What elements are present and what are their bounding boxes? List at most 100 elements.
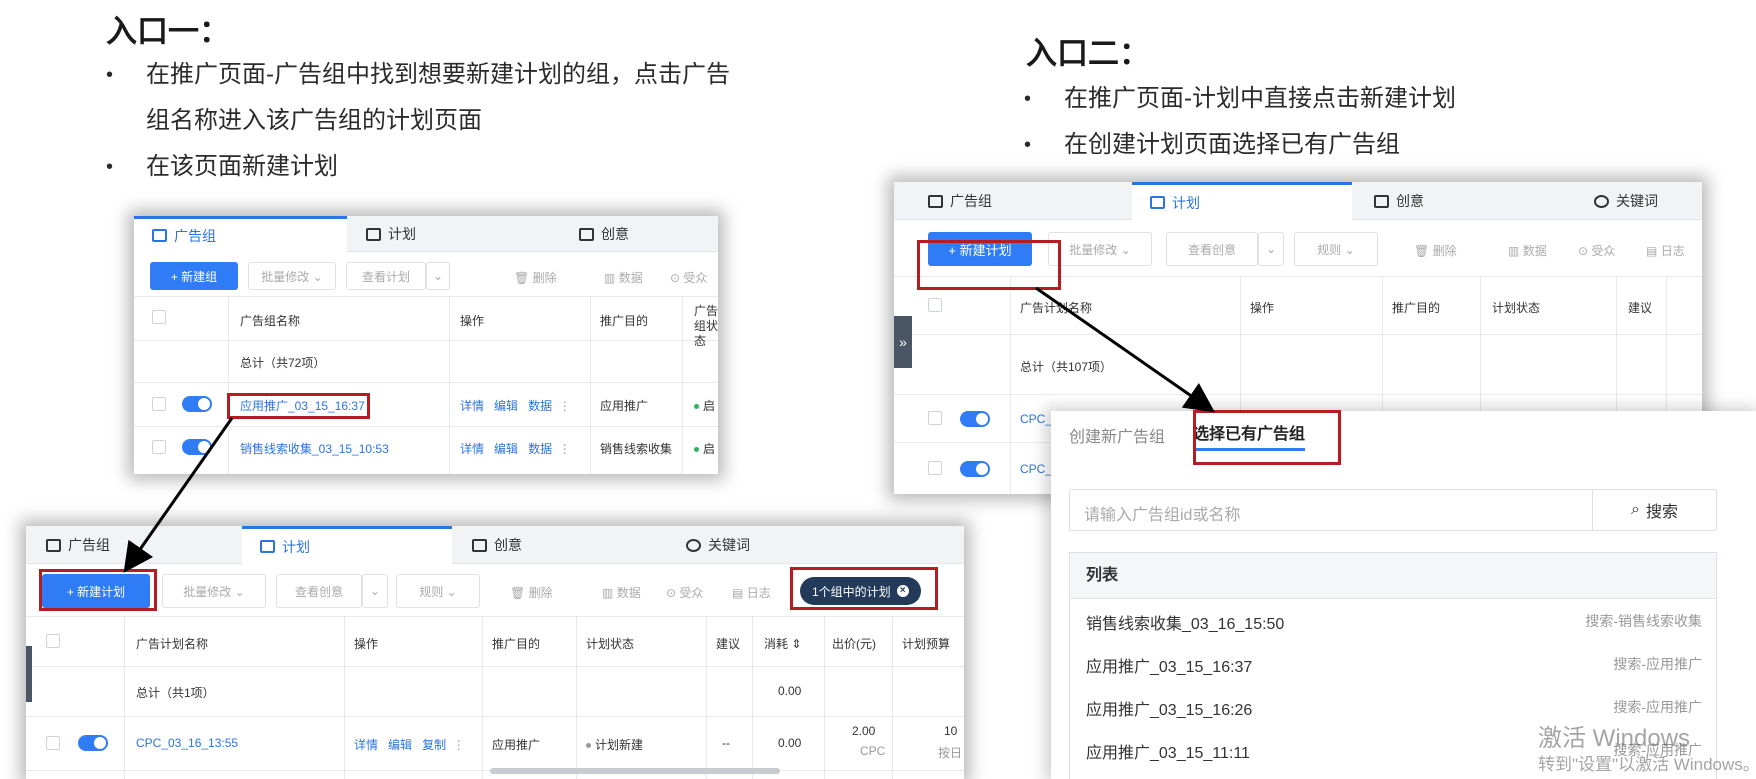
spend-column-header[interactable]: 消耗 ⇕ (764, 635, 801, 652)
row-checkbox[interactable] (46, 736, 60, 750)
image-icon (1374, 194, 1389, 208)
detail-link[interactable]: 详情 (460, 442, 484, 456)
log-link[interactable]: ▤ 日志 (1646, 242, 1685, 259)
target-icon (686, 538, 701, 552)
data-link[interactable]: ▥ 数据 (1508, 242, 1547, 259)
select-all-checkbox[interactable] (46, 634, 60, 648)
tab-adgroup[interactable]: 广告组 (928, 182, 992, 220)
list-item[interactable]: 销售线索收集_03_16_15:50 搜索-销售线索收集 (1070, 599, 1716, 642)
data-link[interactable]: ▥ 数据 (604, 269, 643, 286)
row-checkbox[interactable] (928, 461, 942, 475)
more-icon[interactable]: ⋮ (453, 738, 465, 752)
select-all-checkbox[interactable] (152, 310, 166, 324)
log-link[interactable]: ▤ 日志 (732, 584, 771, 601)
view-creative-dropdown[interactable]: ⌄ (1258, 232, 1284, 266)
column-header: 计划状态 (586, 637, 635, 651)
rules-button[interactable]: 规则 ⌄ (396, 574, 480, 608)
column-header: 广告计划名称 (1020, 301, 1093, 315)
tab-adgroup[interactable]: 广告组 (134, 216, 347, 252)
delete-link[interactable]: 🗑 删除 (514, 269, 557, 286)
highlight-select-adgroup (1193, 410, 1341, 465)
calendar-icon (366, 227, 381, 241)
plan-name-link[interactable]: CPC_03_16_13:55 (136, 736, 238, 750)
rules-button[interactable]: 规则 ⌄ (1294, 232, 1378, 266)
edit-link[interactable]: 编辑 (494, 399, 518, 413)
adgroup-name-link[interactable]: 销售线索收集_03_15_10:53 (240, 440, 389, 457)
search-button[interactable]: ⌕ 搜索 (1592, 490, 1716, 530)
delete-link[interactable]: 🗑 删除 (1414, 242, 1457, 259)
search-input[interactable]: 请输入广告组id或名称 (1084, 501, 1240, 525)
list-item[interactable]: 应用推广_03_15_16:37 搜索-应用推广 (1070, 642, 1716, 685)
sidebar-expand-button[interactable] (26, 646, 32, 702)
plan-screenshot-bottom: 广告组 计划 创意 关键词 + 新建计划 批量修改 ⌄ 查看创意 ⌄ 规则 ⌄ … (26, 526, 964, 779)
tab-plan[interactable]: 计划 (366, 216, 416, 252)
view-plan-dropdown[interactable]: ⌄ (426, 262, 450, 290)
bar-chart-icon: ▥ (1508, 244, 1520, 258)
tab-keyword[interactable]: 关键词 (686, 526, 750, 564)
audience-link[interactable]: ⊙ 受众 (670, 269, 707, 286)
highlight-new-plan-top (917, 240, 1061, 290)
batch-edit-button[interactable]: 批量修改 ⌄ (248, 262, 336, 290)
tab-creative[interactable]: 创意 (579, 216, 629, 252)
audience-link[interactable]: ⊙ 受众 (1578, 242, 1615, 259)
row-toggle[interactable] (182, 439, 212, 455)
view-plan-button[interactable]: 查看计划 (346, 262, 426, 290)
row-checkbox[interactable] (928, 411, 942, 425)
row-purpose: 销售线索收集 (600, 442, 673, 456)
column-header: 建议 (716, 637, 741, 651)
log-icon: ▤ (1646, 244, 1658, 258)
row-toggle[interactable] (182, 396, 212, 412)
batch-edit-button[interactable]: 批量修改 ⌄ (1048, 232, 1152, 266)
data-link[interactable]: 数据 (528, 442, 552, 456)
edit-link[interactable]: 编辑 (388, 738, 412, 752)
row-checkbox[interactable] (152, 397, 166, 411)
tab-bar: 广告组 计划 创意 (134, 216, 718, 252)
view-creative-button[interactable]: 查看创意 (276, 574, 362, 608)
data-link[interactable]: ▥ 数据 (602, 584, 641, 601)
bar-chart-icon: ▥ (604, 271, 616, 285)
column-header: 推广目的 (600, 314, 649, 328)
row-toggle[interactable] (960, 411, 990, 427)
row-checkbox[interactable] (152, 440, 166, 454)
data-link[interactable]: 数据 (528, 399, 552, 413)
view-creative-button[interactable]: 查看创意 (1166, 232, 1258, 266)
tab-keyword[interactable]: 关键词 (1594, 182, 1658, 220)
search-icon: ⌕ (1631, 501, 1640, 518)
row-toggle[interactable] (78, 735, 108, 751)
entry2-bullets: 在推广页面-计划中直接点击新建计划 在创建计划页面选择已有广告组 (1024, 76, 1456, 168)
copy-link[interactable]: 复制 (422, 738, 446, 752)
audience-icon: ⊙ (670, 271, 681, 285)
new-adgroup-button[interactable]: + 新建组 (150, 262, 238, 290)
list-title: 列表 (1070, 553, 1716, 599)
view-creative-dropdown[interactable]: ⌄ (362, 574, 388, 608)
column-header: 广告计划名称 (136, 637, 209, 651)
tab-plan[interactable]: 计划 (1132, 182, 1352, 220)
batch-edit-button[interactable]: 批量修改 ⌄ (162, 574, 266, 608)
highlight-filter-pill (790, 567, 938, 610)
select-all-checkbox[interactable] (928, 298, 942, 312)
entry2-bullet-1: 在推广页面-计划中直接点击新建计划 (1024, 76, 1456, 122)
row-toggle[interactable] (960, 461, 990, 477)
detail-link[interactable]: 详情 (460, 399, 484, 413)
target-icon (1594, 194, 1609, 208)
row-actions: 详情 编辑 数据 ⋮ (460, 440, 571, 457)
tab-creative[interactable]: 创意 (1374, 182, 1424, 220)
tab-creative[interactable]: 创意 (472, 526, 522, 564)
more-icon[interactable]: ⋮ (559, 442, 571, 456)
delete-link[interactable]: 🗑 删除 (510, 584, 553, 601)
column-header: 操作 (460, 314, 485, 328)
highlight-new-plan-bottom (39, 569, 157, 611)
tab-create-adgroup[interactable]: 创建新广告组 (1069, 423, 1165, 447)
edit-link[interactable]: 编辑 (494, 442, 518, 456)
column-header: 推广目的 (492, 637, 541, 651)
row-actions: 详情 编辑 复制 ⋮ (354, 736, 465, 753)
audience-link[interactable]: ⊙ 受众 (666, 584, 703, 601)
horizontal-scrollbar[interactable] (490, 768, 780, 774)
bar-chart-icon: ▥ (602, 586, 614, 600)
sidebar-expand-button[interactable]: » (894, 316, 912, 368)
tab-adgroup[interactable]: 广告组 (46, 526, 110, 564)
tab-plan[interactable]: 计划 (242, 526, 452, 564)
more-icon[interactable]: ⋮ (559, 399, 571, 413)
column-header: 建议 (1628, 301, 1653, 315)
detail-link[interactable]: 详情 (354, 738, 378, 752)
